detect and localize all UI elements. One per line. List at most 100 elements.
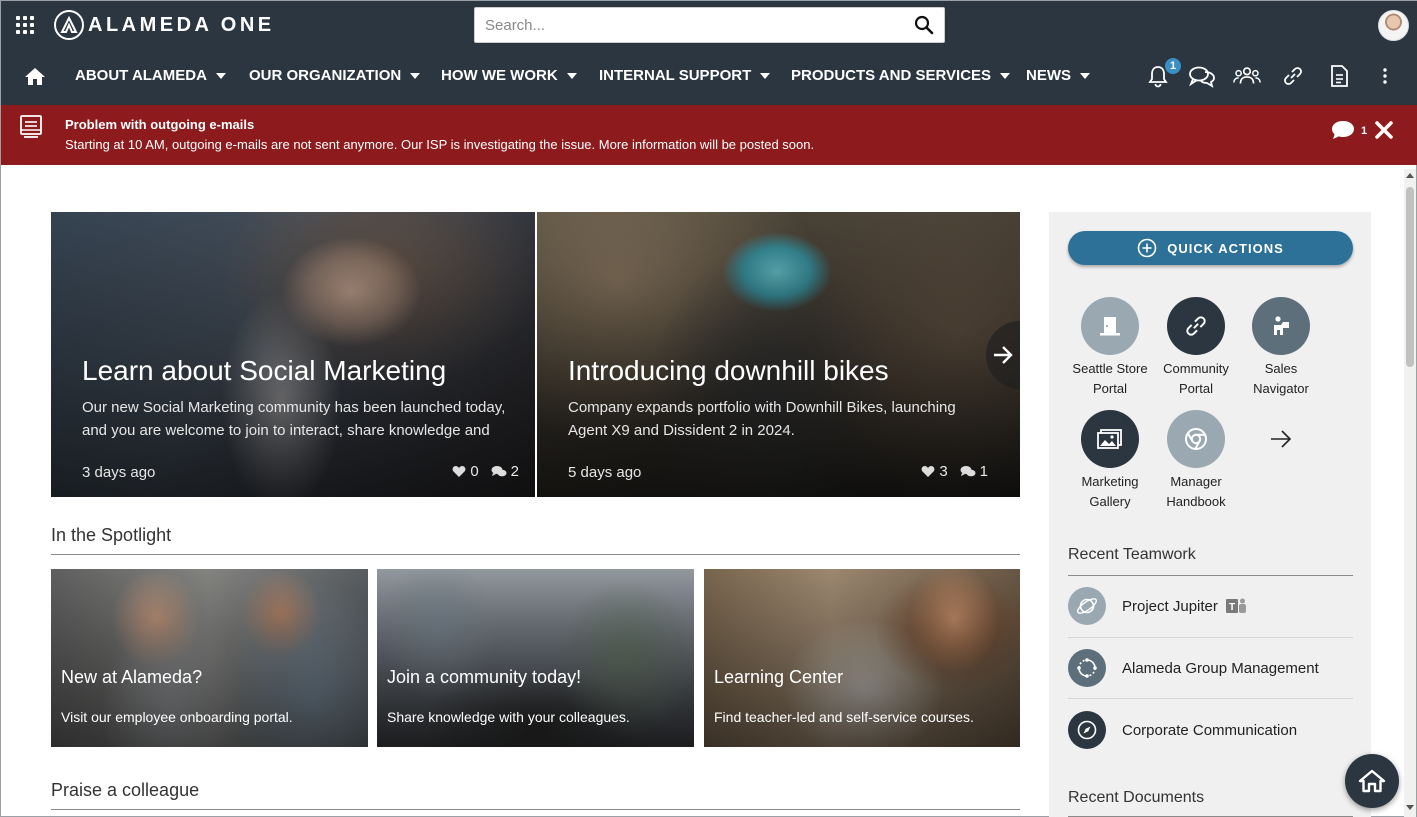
divider	[51, 554, 1020, 555]
more-vertical-icon[interactable]	[1371, 62, 1399, 90]
quick-actions-label: QUICK ACTIONS	[1167, 240, 1284, 256]
recent-documents-title: Recent Documents	[1068, 789, 1205, 806]
team-item-project-jupiter[interactable]: Project Jupiter T	[1068, 575, 1353, 637]
spotlight-title: In the Spotlight	[51, 525, 172, 545]
presenter-icon	[1252, 297, 1310, 355]
scroll-up-icon[interactable]	[1406, 173, 1414, 178]
caret-down-icon	[566, 73, 577, 79]
comments-icon	[491, 466, 507, 477]
alert-text: Starting at 10 AM, outgoing e-mails are …	[65, 137, 815, 152]
search-icon[interactable]	[914, 15, 934, 35]
user-avatar[interactable]	[1378, 10, 1409, 41]
scroll-thumb[interactable]	[1406, 187, 1414, 367]
comment-icon	[1332, 121, 1354, 139]
nav-item-internal-support[interactable]: INTERNAL SUPPORT	[599, 67, 771, 84]
hero-time: 3 days ago	[82, 464, 156, 481]
quick-action-label: Portal	[1179, 381, 1213, 396]
link-icon[interactable]	[1279, 62, 1307, 90]
logo-text: ALAMEDA ONE	[88, 13, 275, 36]
caret-down-icon	[410, 73, 421, 79]
heart-icon	[921, 466, 935, 477]
quick-action-label: Seattle Store	[1072, 361, 1148, 376]
alert-comment-button[interactable]: 1	[1330, 119, 1367, 141]
door-icon	[1081, 297, 1139, 355]
quick-action-label: Community	[1163, 361, 1229, 376]
hero-likes: 0	[470, 463, 479, 480]
nav-item-label: OUR ORGANIZATION	[249, 67, 402, 84]
quick-action-manager-handbook[interactable]: Manager Handbook	[1151, 410, 1241, 512]
arrow-right-icon	[994, 346, 1013, 364]
hero-time: 5 days ago	[568, 464, 642, 481]
caret-down-icon	[1080, 73, 1090, 79]
tile-description: Find teacher-led and self-service course…	[714, 709, 974, 725]
comments-icon	[960, 466, 976, 477]
nav-item-news[interactable]: NEWS	[1026, 67, 1090, 84]
tile-title: New at Alameda?	[61, 667, 203, 687]
logo-mark-icon	[54, 10, 84, 40]
logo[interactable]: ALAMEDA ONE	[54, 10, 275, 40]
tile-description: Share knowledge with your colleagues.	[387, 709, 630, 725]
chrome-icon	[1167, 410, 1225, 468]
notification-badge: 1	[1164, 57, 1182, 75]
tile-description: Visit our employee onboarding portal.	[61, 709, 293, 725]
quick-action-label: Marketing	[1081, 474, 1139, 489]
divider	[51, 809, 1020, 810]
close-icon[interactable]	[1374, 120, 1394, 140]
hero-comments: 1	[979, 463, 988, 480]
top-bar: ALAMEDA ONE ABOUT ALAMEDA OUR ORGANIZATI…	[1, 1, 1417, 105]
nav-item-label: ABOUT ALAMEDA	[75, 67, 207, 84]
praise-title: Praise a colleague	[51, 780, 200, 800]
nav-item-label: INTERNAL SUPPORT	[599, 67, 752, 84]
spotlight-tile-learning[interactable]: Learning Center Find teacher-led and sel…	[704, 569, 1020, 747]
alert-title: Problem with outgoing e-mails	[65, 117, 255, 132]
scroll-down-icon[interactable]	[1406, 805, 1414, 810]
cycle-icon	[1068, 649, 1106, 687]
quick-action-label: Gallery	[1089, 494, 1131, 509]
arrow-right-icon[interactable]	[1269, 427, 1293, 451]
document-icon[interactable]	[1325, 62, 1353, 90]
search-input[interactable]	[475, 8, 895, 42]
quick-action-community-portal[interactable]: Community Portal	[1151, 297, 1241, 399]
nav-item-label: HOW WE WORK	[441, 67, 558, 84]
hero-description: Company expands portfolio with Downhill …	[568, 399, 956, 439]
home-icon[interactable]	[24, 66, 46, 86]
hero-card-downhill-bikes[interactable]: Introducing downhill bikes Company expan…	[537, 212, 1020, 497]
spotlight-tile-community[interactable]: Join a community today! Share knowledge …	[377, 569, 694, 747]
hero-card-social-marketing[interactable]: Learn about Social Marketing Our new Soc…	[51, 212, 535, 497]
plus-circle-icon	[1137, 238, 1157, 258]
nav-item-label: NEWS	[1026, 67, 1071, 84]
team-item-alameda-group-management[interactable]: Alameda Group Management	[1068, 637, 1353, 699]
chat-icon[interactable]	[1188, 62, 1216, 90]
nav-item-our-organization[interactable]: OUR ORGANIZATION	[249, 67, 421, 84]
quick-actions-button[interactable]: QUICK ACTIONS	[1068, 231, 1353, 265]
hero-likes: 3	[939, 463, 948, 480]
hero-comments: 2	[510, 463, 519, 480]
quick-action-marketing-gallery[interactable]: Marketing Gallery	[1065, 410, 1155, 512]
nav-item-about-alameda[interactable]: ABOUT ALAMEDA	[75, 67, 226, 84]
nav-item-products-and-services[interactable]: PRODUCTS AND SERVICES	[791, 67, 1011, 84]
page-scrollbar[interactable]	[1404, 169, 1416, 817]
link-icon	[1167, 297, 1225, 355]
nav-item-how-we-work[interactable]: HOW WE WORK	[441, 67, 577, 84]
quick-action-label: Sales	[1264, 361, 1298, 376]
team-item-corporate-communication[interactable]: Corporate Communication	[1068, 699, 1353, 761]
team-item-label: Alameda Group Management	[1122, 659, 1319, 677]
hero-title: Introducing downhill bikes	[568, 355, 889, 386]
hero-stats: 3 1	[921, 463, 988, 480]
hero-description: Our new Social Marketing community has b…	[82, 399, 506, 439]
quick-action-label: Navigator	[1253, 381, 1309, 396]
quick-action-seattle-store-portal[interactable]: Seattle Store Portal	[1065, 297, 1155, 399]
hero-title: Learn about Social Marketing	[82, 355, 447, 386]
quick-action-sales-navigator[interactable]: Sales Navigator	[1236, 297, 1326, 399]
gallery-icon	[1081, 410, 1139, 468]
recent-teamwork-title: Recent Teamwork	[1068, 546, 1196, 563]
alert-comment-count: 1	[1361, 125, 1368, 137]
spotlight-tile-onboarding[interactable]: New at Alameda? Visit our employee onboa…	[51, 569, 368, 747]
home-fab-button[interactable]	[1345, 754, 1399, 808]
nav-item-label: PRODUCTS AND SERVICES	[791, 67, 992, 84]
team-item-label: Project Jupiter	[1122, 597, 1218, 615]
people-icon[interactable]	[1233, 62, 1261, 90]
caret-down-icon	[215, 73, 226, 79]
quick-action-label: Portal	[1093, 381, 1127, 396]
app-launcher-icon[interactable]	[16, 16, 34, 34]
